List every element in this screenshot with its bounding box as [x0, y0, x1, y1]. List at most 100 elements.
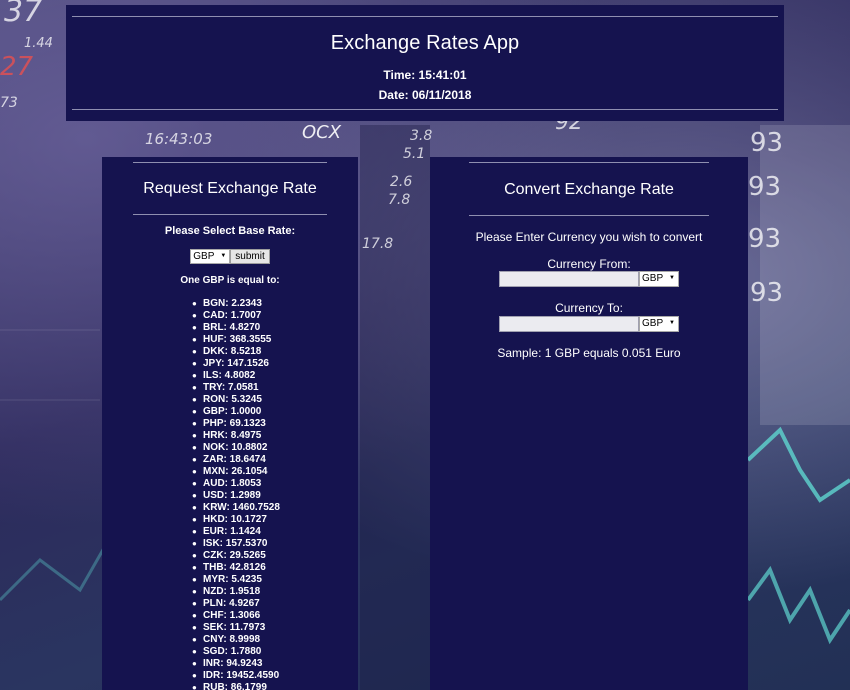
- bullet-icon: ●: [192, 623, 197, 632]
- bullet-icon: ●: [192, 635, 197, 644]
- rate-text: CZK: 29.5265: [203, 550, 266, 561]
- bullet-icon: ●: [192, 371, 197, 380]
- panel-divider: [469, 162, 709, 163]
- sample-conversion-text: Sample: 1 GBP equals 0.051 Euro: [497, 346, 681, 360]
- currency-to-input[interactable]: [499, 316, 639, 332]
- bullet-icon: ●: [192, 503, 197, 512]
- bullet-icon: ●: [192, 311, 197, 320]
- rate-text: DKK: 8.5218: [203, 346, 262, 357]
- rate-list-item: ● DKK: 8.5218: [192, 346, 280, 358]
- rate-list-item: ● BGN: 2.2343: [192, 298, 280, 310]
- rate-text: SEK: 11.7973: [203, 622, 266, 633]
- currency-from-input[interactable]: [499, 271, 639, 287]
- bullet-icon: ●: [192, 479, 197, 488]
- panel-divider: [469, 215, 709, 216]
- rate-list-item: ● ZAR: 18.6474: [192, 454, 280, 466]
- rate-list-item: ● JPY: 147.1526: [192, 358, 280, 370]
- bullet-icon: ●: [192, 515, 197, 524]
- rate-text: MXN: 26.1054: [203, 466, 268, 477]
- rate-list-item: ● EUR: 1.1424: [192, 526, 280, 538]
- rate-list-item: ● HKD: 10.1727: [192, 514, 280, 526]
- currency-to-value: GBP: [642, 318, 664, 329]
- rate-text: CAD: 1.7007: [203, 310, 262, 321]
- rate-list-item: ● CAD: 1.7007: [192, 310, 280, 322]
- bullet-icon: ●: [192, 563, 197, 572]
- bg-text: OCX: [302, 122, 342, 143]
- bullet-icon: ●: [192, 443, 197, 452]
- bullet-icon: ●: [192, 539, 197, 548]
- rate-text: HUF: 368.3555: [203, 334, 272, 345]
- dropdown-arrow-icon: ▼: [669, 320, 675, 326]
- rate-text: PHP: 69.1323: [203, 418, 266, 429]
- bg-text: 93: [748, 172, 782, 202]
- rate-list-item: ● ILS: 4.8082: [192, 370, 280, 382]
- submit-button[interactable]: submit: [230, 249, 270, 264]
- panel-divider: [133, 214, 327, 215]
- bg-text: 27: [0, 52, 34, 82]
- rate-list-item: ● NZD: 1.9518: [192, 586, 280, 598]
- rate-text: THB: 42.8126: [203, 562, 266, 573]
- app-title: Exchange Rates App: [330, 32, 520, 54]
- rate-text: TRY: 7.0581: [203, 382, 259, 393]
- convert-panel-title: Convert Exchange Rate: [504, 181, 674, 198]
- currency-from-value: GBP: [642, 273, 664, 284]
- currency-to-label: Currency To:: [555, 301, 623, 315]
- currency-from-select[interactable]: GBP ▼: [639, 271, 679, 287]
- rate-text: PLN: 4.9267: [203, 598, 260, 609]
- bg-text: 73: [0, 95, 18, 111]
- rate-list-item: ● ISK: 157.5370: [192, 538, 280, 550]
- convert-prompt: Please Enter Currency you wish to conver…: [475, 230, 703, 244]
- panel-divider: [133, 162, 327, 163]
- currency-from-row: GBP ▼: [499, 271, 679, 287]
- bullet-icon: ●: [192, 323, 197, 332]
- rate-list-item: ● IDR: 19452.4590: [192, 670, 280, 682]
- bullet-icon: ●: [192, 587, 197, 596]
- rate-list-item: ● NOK: 10.8802: [192, 442, 280, 454]
- rate-list-item: ● THB: 42.8126: [192, 562, 280, 574]
- rate-list-item: ● SEK: 11.7973: [192, 622, 280, 634]
- rate-list-item: ● CNY: 8.9998: [192, 634, 280, 646]
- bg-text: 1.44: [24, 36, 53, 51]
- bullet-icon: ●: [192, 671, 197, 680]
- rate-text: ZAR: 18.6474: [203, 454, 266, 465]
- rate-text: CHF: 1.3066: [203, 610, 261, 621]
- bg-text: 3.8: [410, 128, 433, 144]
- bg-text: 93: [750, 128, 784, 158]
- rate-text: JPY: 147.1526: [203, 358, 269, 369]
- bullet-icon: ●: [192, 419, 197, 428]
- rate-text: SGD: 1.7880: [203, 646, 262, 657]
- bullet-icon: ●: [192, 575, 197, 584]
- rate-text: EUR: 1.1424: [203, 526, 261, 537]
- rate-list-item: ● PHP: 69.1323: [192, 418, 280, 430]
- rate-list-item: ● SGD: 1.7880: [192, 646, 280, 658]
- rate-text: BGN: 2.2343: [203, 298, 262, 309]
- base-rate-label: Please Select Base Rate:: [164, 225, 296, 237]
- rate-list-item: ● HUF: 368.3555: [192, 334, 280, 346]
- base-currency-select[interactable]: GBP ▼: [190, 249, 231, 264]
- base-currency-value: GBP: [193, 251, 215, 262]
- bullet-icon: ●: [192, 359, 197, 368]
- rate-list-item: ● CZK: 29.5265: [192, 550, 280, 562]
- rate-list-item: ● TRY: 7.0581: [192, 382, 280, 394]
- rate-text: HRK: 8.4975: [203, 430, 262, 441]
- currency-to-row: GBP ▼: [499, 316, 679, 332]
- bullet-icon: ●: [192, 407, 197, 416]
- rate-list-item: ● BRL: 4.8270: [192, 322, 280, 334]
- app-header: Exchange Rates App Time: 15:41:01 Date: …: [66, 5, 784, 121]
- rate-text: KRW: 1460.7528: [203, 502, 280, 513]
- bg-text: 2.6: [390, 174, 413, 190]
- rate-list-item: ● USD: 1.2989: [192, 490, 280, 502]
- bullet-icon: ●: [192, 611, 197, 620]
- bg-text: 17.8: [362, 236, 394, 252]
- bullet-icon: ●: [192, 491, 197, 500]
- bullet-icon: ●: [192, 383, 197, 392]
- bg-text: 93: [750, 278, 784, 308]
- rate-list-item: ● AUD: 1.8053: [192, 478, 280, 490]
- bullet-icon: ●: [192, 551, 197, 560]
- header-divider-bottom: [72, 109, 778, 110]
- rate-text: INR: 94.9243: [203, 658, 263, 669]
- base-rate-controls: GBP ▼ submit: [102, 249, 358, 264]
- currency-to-select[interactable]: GBP ▼: [639, 316, 679, 332]
- bullet-icon: ●: [192, 335, 197, 344]
- currency-from-label: Currency From:: [547, 257, 631, 271]
